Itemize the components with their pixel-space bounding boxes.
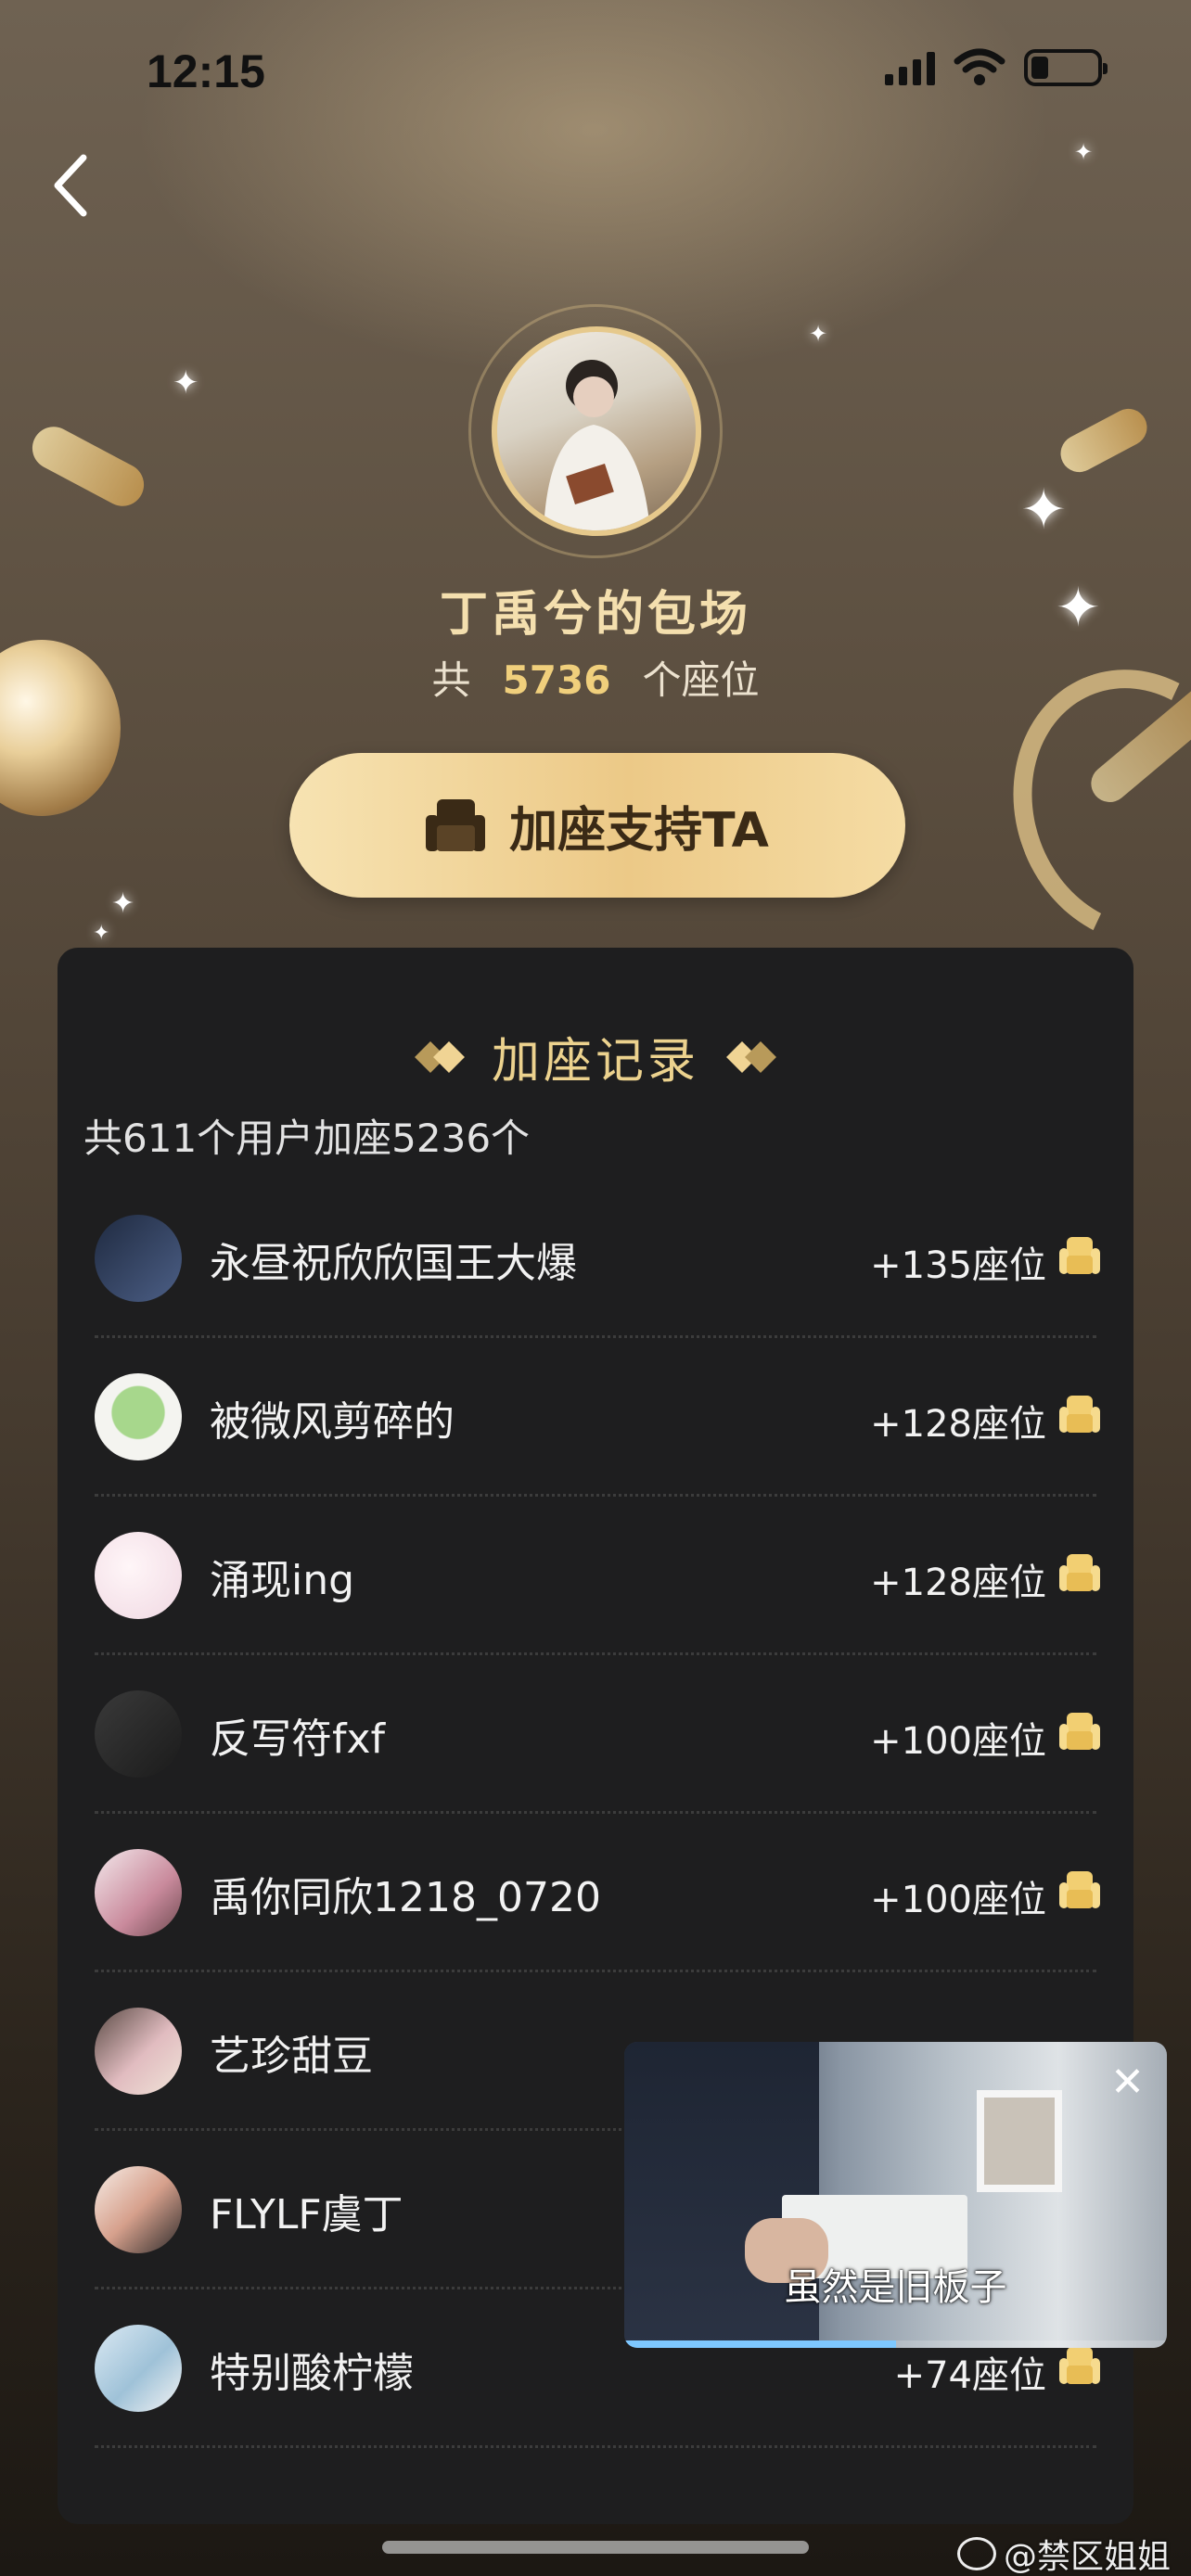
sparkle-decoration: ✦ [111,887,135,920]
user-name: 禹你同欣1218_0720 [210,1874,601,1921]
sparkle-decoration: ✦ [1020,478,1068,542]
list-item[interactable]: 被微风剪碎的 +128座位 [58,1338,1133,1497]
add-seat-support-label: 加座支持TA [509,802,769,859]
user-name: 特别酸柠檬 [210,2350,414,2397]
seat-count: +128座位 [870,1403,1046,1446]
add-seat-support-button[interactable]: 加座支持TA [289,753,905,898]
close-icon[interactable]: ✕ [1110,2059,1145,2106]
user-name: FLYLF虞丁 [210,2191,403,2238]
list-item[interactable]: 反写符fxf +100座位 [58,1655,1133,1814]
watermark-text: @禁区姐姐 [1003,2538,1171,2576]
user-name: 永昼祝欣欣国王大爆 [210,1240,577,1287]
video-progress[interactable] [624,2340,1167,2348]
seat-count: +135座位 [870,1244,1046,1287]
user-name: 涌现ing [210,1557,355,1604]
avatar [95,1373,182,1460]
avatar [95,2166,182,2253]
sofa-icon [1059,1396,1100,1433]
seat-total-count: 5736 [502,657,611,703]
sofa-icon [1059,1237,1100,1274]
weibo-icon [956,2537,996,2570]
avatar [95,2008,182,2095]
avatar [95,2325,182,2412]
records-title: 加座记录 [491,1034,699,1090]
mini-video-player[interactable]: 虽然是旧板子 ✕ [624,2042,1167,2348]
sparkle-decoration: ✦ [93,922,110,945]
avatar [95,1849,182,1936]
person-photo [544,360,650,530]
page-title: 丁禹兮的包场 [439,587,751,643]
sparkle-decoration: ✦ [809,321,828,347]
user-name: 反写符fxf [210,1715,386,1763]
ribbon-decoration [1054,402,1154,479]
diamond-left-icon [415,1040,465,1073]
avatar [95,1532,182,1619]
sofa-icon [1059,1871,1100,1908]
sofa-icon [1059,1554,1100,1591]
home-indicator[interactable] [382,2541,809,2554]
chevron-left-icon [54,154,87,217]
sparkle-decoration: ✦ [173,364,199,402]
list-item[interactable]: 禹你同欣1218_0720 +100座位 [58,1814,1133,1972]
app-root: ✦ ✦ ✦ ✦ ✦ ✦ ✦ 12:15 丁禹兮的包场 共 5736 个座位 加座… [0,0,1191,2576]
avatar [95,1215,182,1302]
ribbon-decoration [24,419,152,514]
seat-total: 共 5736 个座位 [0,649,1191,706]
back-button[interactable] [43,148,98,223]
records-header: 加座记录 [58,1022,1133,1091]
seat-count: +100座位 [870,1879,1046,1921]
seat-total-suffix: 个座位 [642,657,760,703]
status-icons [885,48,1108,87]
video-frame-photo [977,2090,1062,2192]
battery-icon [1024,49,1108,86]
seat-count: +100座位 [870,1720,1046,1763]
list-item[interactable]: 涌现ing +128座位 [58,1497,1133,1655]
list-item[interactable]: 永昼祝欣欣国王大爆 +135座位 [58,1180,1133,1338]
video-progress-bar [624,2340,896,2348]
avatar [95,1690,182,1778]
status-time: 12:15 [147,45,265,97]
sparkle-decoration: ✦ [1074,139,1094,165]
sofa-icon [1059,2347,1100,2384]
host-avatar[interactable] [492,326,701,536]
wifi-icon [954,48,1005,85]
seat-count: +74座位 [893,2354,1046,2397]
watermark: @禁区姐姐 [956,2530,1171,2576]
signal-icon [885,50,935,85]
seat-count: +128座位 [870,1562,1046,1604]
records-summary: 共611个用户加座5236个 [83,1116,531,1161]
sofa-icon [426,799,486,851]
seat-total-prefix: 共 [431,657,471,703]
user-name: 被微风剪碎的 [210,1398,455,1446]
sofa-icon [1059,1713,1100,1750]
diamond-right-icon [726,1040,776,1073]
user-name: 艺珍甜豆 [210,2033,373,2080]
video-caption: 虽然是旧板子 [784,2266,1007,2309]
